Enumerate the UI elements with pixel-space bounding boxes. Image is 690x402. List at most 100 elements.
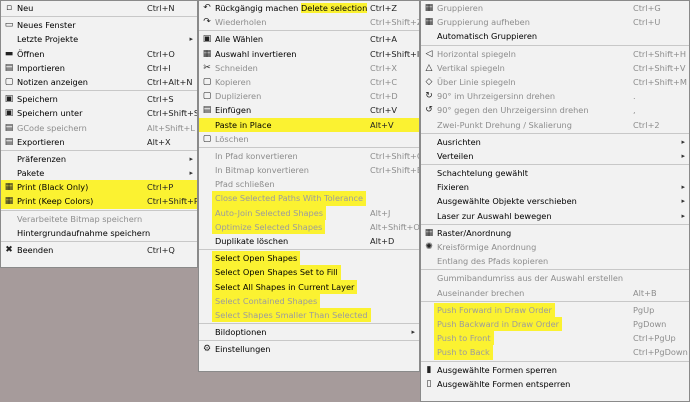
menu-item-letzte-projekte[interactable]: Letzte Projekte ▸	[1, 32, 197, 46]
menu-item-label: Raster/Anordnung	[437, 227, 512, 238]
menu-item-label: Zwei-Punkt Drehung / Skalierung	[437, 119, 572, 130]
menu-item-label: Pfad schließen	[215, 179, 275, 190]
menu-item-speichern[interactable]: ▣ Speichern Ctrl+S	[1, 92, 197, 106]
menu-item-exportieren[interactable]: ▤ Exportieren Alt+X	[1, 135, 197, 149]
menu-item-label: Select All Shapes in Current Layer	[212, 279, 358, 294]
menu-item-shortcut: Ctrl+Shift+Z	[370, 17, 420, 28]
menu-item-shortcut: Ctrl+Shift+S	[147, 108, 198, 119]
menu-item-label: Gruppierung aufheben	[437, 17, 530, 28]
menu-item-label: Ausgewählte Formen sperren	[437, 364, 557, 375]
menu-item-shortcut: Ctrl+Z	[370, 3, 398, 13]
menu-separator	[421, 300, 689, 302]
menu-item-importieren[interactable]: ▤ Importieren Ctrl+I	[1, 61, 197, 75]
menu-item-pakete[interactable]: Pakete ▸	[1, 166, 197, 180]
menu-item-select-all-shapes-in-current-layer[interactable]: Select All Shapes in Current Layer	[199, 279, 419, 294]
menu-item-einstellungen[interactable]: ⚙ Einstellungen	[199, 342, 419, 356]
menu-item-auswahl-invertieren[interactable]: ▦ Auswahl invertieren Ctrl+Shift+I	[199, 47, 419, 61]
menu-item-duplikate-loschen[interactable]: Duplikate löschen Alt+D	[199, 234, 419, 248]
menu-item-alle-wahlen[interactable]: ▣ Alle Wählen Ctrl+A	[199, 32, 419, 46]
menu-item-print-black-only[interactable]: ▦ Print (Black Only) Ctrl+P	[1, 180, 197, 195]
menu-item-label: Verteilen	[437, 150, 474, 161]
menu-item-beenden[interactable]: ✖ Beenden Ctrl+Q	[1, 243, 197, 257]
menu-item-shortcut: Alt+Shift+L	[147, 122, 195, 133]
menu-item-shortcut: PgUp	[633, 304, 655, 315]
menu-item-select-open-shapes[interactable]: Select Open Shapes	[199, 251, 419, 266]
menu-item-shortcut: Ctrl+Shift+M	[633, 76, 687, 87]
menu-item-shortcut: Ctrl+Shift+B	[370, 165, 420, 176]
menu-item-laser-zur-auswahl-bewegen[interactable]: Laser zur Auswahl bewegen ▸	[421, 209, 689, 223]
menu-item-pfad-schlie-en: Pfad schließen	[199, 177, 419, 191]
menu-item-ausrichten[interactable]: Ausrichten ▸	[421, 135, 689, 149]
folder-icon: ▬	[4, 48, 14, 59]
menu-item-label: Push to Back	[434, 345, 493, 360]
menu-item-label: Notizen anzeigen	[17, 76, 88, 87]
mirror-line-icon: ◇	[425, 76, 433, 87]
menu-item-shortcut: Alt+Shift+O	[370, 221, 420, 232]
menu-separator	[199, 30, 419, 32]
select-all-icon: ▣	[202, 34, 212, 45]
submenu-arrow-icon: ▸	[189, 154, 193, 163]
gcode-icon: ▤	[4, 122, 14, 133]
delete-icon: ▢	[202, 133, 212, 144]
menu-item-einfugen[interactable]: ▤ Einfügen Ctrl+V	[199, 103, 419, 117]
menu-item-shortcut: Ctrl+O	[147, 48, 175, 59]
menu-item-label: Ausgewählte Objekte verschieben	[437, 196, 577, 207]
menu-item-shortcut: .	[633, 91, 636, 102]
menu-item-shortcut: ,	[633, 105, 636, 116]
menu-item-label: Öffnen	[17, 48, 45, 59]
menu-item-shortcut: Alt+X	[147, 136, 171, 147]
menu-item-schachtelung-gewahlt[interactable]: Schachtelung gewählt	[421, 166, 689, 180]
menu-item-ausgewahlte-objekte-verschieben[interactable]: Ausgewählte Objekte verschieben ▸	[421, 194, 689, 208]
menu-item-label: Einstellungen	[215, 344, 271, 355]
menu-item-fixieren[interactable]: Fixieren ▸	[421, 180, 689, 194]
menu-item-label: Auto-Join Selected Shapes	[212, 205, 327, 220]
printer-icon: ▦	[4, 182, 14, 193]
menu-item-print-keep-colors[interactable]: ▦ Print (Keep Colors) Ctrl+Shift+P	[1, 194, 198, 209]
menu-item-ausgewahlte-formen-sperren[interactable]: ▮ Ausgewählte Formen sperren	[421, 363, 689, 377]
menu-item-push-forward-in-draw-order: Push Forward in Draw Order PgUp	[421, 302, 689, 317]
menu-item-label: Duplizieren	[215, 91, 262, 102]
menu-item-verteilen[interactable]: Verteilen ▸	[421, 149, 689, 163]
menu-item-speichern-unter[interactable]: ▣ Speichern unter Ctrl+Shift+S	[1, 106, 197, 120]
grid-icon: ▦	[424, 227, 434, 238]
arrange-menu: ▦ Gruppieren Ctrl+G ▦ Gruppierung aufheben Ct…	[420, 0, 690, 402]
menu-item-select-open-shapes-set-to-fill[interactable]: Select Open Shapes Set to Fill	[199, 265, 419, 280]
export-icon: ▤	[4, 136, 14, 147]
menu-item-label: Horizontal spiegeln	[437, 48, 516, 59]
menu-item-hintergrundaufnahme-speichern[interactable]: Hintergrundaufnahme speichern	[1, 226, 197, 240]
menu-item-label: Entlang des Pfads kopieren	[437, 256, 549, 267]
menu-item-neu[interactable]: ▫ Neu Ctrl+N	[1, 1, 197, 15]
menu-item-automatisch-gruppieren[interactable]: Automatisch Gruppieren	[421, 29, 689, 43]
menu-item-label: Fixieren	[437, 182, 469, 193]
menu-item-ruckgangig-machen-delete-selection[interactable]: ↶ Rückgängig machen Delete selection Ctrl+…	[199, 1, 419, 15]
menu-separator	[1, 16, 197, 18]
paste-icon: ▤	[202, 105, 212, 116]
unlock-icon: ▯	[426, 378, 432, 389]
menu-item-praferenzen[interactable]: Präferenzen ▸	[1, 152, 197, 166]
menu-item-paste-in-place[interactable]: Paste in Place Alt+V	[199, 117, 419, 132]
submenu-arrow-icon: ▸	[411, 328, 415, 337]
submenu-arrow-icon: ▸	[189, 169, 193, 178]
menu-item-raster-anordnung[interactable]: ▦ Raster/Anordnung	[421, 226, 689, 240]
menu-item-bildoptionen[interactable]: Bildoptionen ▸	[199, 325, 419, 339]
menu-item-offnen[interactable]: ▬ Öffnen Ctrl+O	[1, 47, 197, 61]
menu-item-shortcut: Ctrl+Shift+P	[147, 196, 198, 207]
menu-item-label: Vertikal spiegeln	[437, 62, 505, 73]
menu-item-shortcut: Ctrl+U	[633, 17, 661, 28]
menu-item-label: Rückgängig machen Delete selection	[215, 3, 368, 13]
menu-separator	[421, 223, 689, 225]
submenu-arrow-icon: ▸	[681, 211, 685, 220]
menu-item-auseinander-brechen: Auseinander brechen Alt+B	[421, 286, 689, 300]
menu-separator	[1, 149, 197, 151]
menu-item-ausgewahlte-formen-entsperren[interactable]: ▯ Ausgewählte Formen entsperren	[421, 377, 689, 391]
menu-item-label: 90° im Uhrzeigersinn drehen	[437, 91, 556, 102]
menu-item-push-to-front: Push to Front Ctrl+PgUp	[421, 331, 689, 346]
menu-item-label: Push Backward in Draw Order	[434, 316, 562, 332]
menu-item-label: Speichern	[17, 94, 58, 105]
menu-item-entlang-des-pfads-kopieren: Entlang des Pfads kopieren	[421, 254, 689, 268]
menu-item-neues-fenster[interactable]: ▭ Neues Fenster	[1, 18, 197, 32]
menu-item-notizen-anzeigen[interactable]: ▢ Notizen anzeigen Ctrl+Alt+N	[1, 75, 197, 89]
menu-separator	[199, 146, 419, 148]
menu-item-uber-linie-spiegeln: ◇ Über Linie spiegeln Ctrl+Shift+M	[421, 75, 689, 89]
menu-item-label: Wiederholen	[215, 17, 267, 28]
